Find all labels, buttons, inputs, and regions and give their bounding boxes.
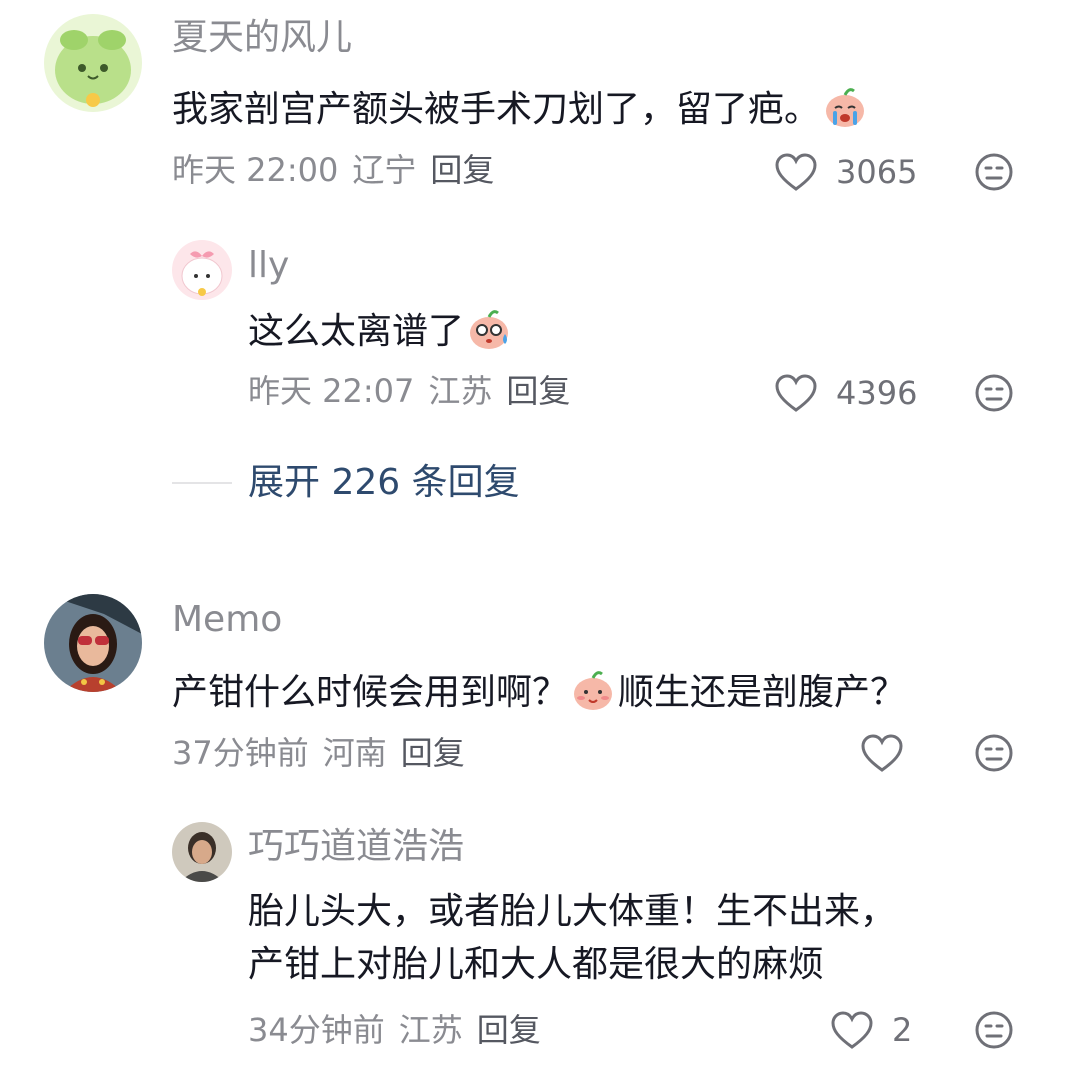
comment-meta: 34分钟前 江苏 回复 xyxy=(248,1014,541,1046)
comment-text: 我家剖宫产额头被手术刀划了，留了疤。 xyxy=(172,84,870,131)
divider xyxy=(172,482,232,484)
username[interactable]: 夏天的风儿 xyxy=(172,20,352,56)
comment-location: 江苏 xyxy=(398,1011,463,1049)
comment-time: 昨天 22:07 xyxy=(248,372,415,410)
comment-text-body: 产钳什么时候会用到啊？ xyxy=(172,672,569,713)
reply-button[interactable]: 回复 xyxy=(477,1014,541,1046)
comment-text-body: 我家剖宫产额头被手术刀划了，留了疤。 xyxy=(172,89,821,130)
dislike-icon[interactable] xyxy=(974,733,1014,773)
avatar[interactable] xyxy=(44,14,142,112)
comment-text-tail: 顺生还是剖腹产？ xyxy=(618,672,907,713)
avatar[interactable] xyxy=(172,240,232,300)
expand-replies-label: 展开 226 条回复 xyxy=(248,462,520,503)
shocked-face-emoji xyxy=(470,310,509,349)
heart-icon xyxy=(831,1011,873,1049)
heart-icon xyxy=(861,734,903,772)
reply-button[interactable]: 回复 xyxy=(430,154,494,186)
avatar[interactable] xyxy=(172,822,232,882)
comment-text-line: 胎儿头大，或者胎儿大体重！生不出来， xyxy=(248,891,897,932)
avatar[interactable] xyxy=(44,594,142,692)
dislike-icon[interactable] xyxy=(974,1010,1014,1050)
username[interactable]: 巧巧道道浩浩 xyxy=(248,829,464,865)
username[interactable]: lly xyxy=(248,248,289,284)
comment-meta: 昨天 22:07 江苏 回复 xyxy=(248,375,570,407)
expand-replies-button[interactable]: 展开 226 条回复 xyxy=(172,465,520,501)
crying-face-emoji xyxy=(826,88,865,127)
heart-icon xyxy=(775,153,817,191)
comment-time: 34分钟前 xyxy=(248,1011,385,1049)
reply-button[interactable]: 回复 xyxy=(506,375,570,407)
dislike-icon[interactable] xyxy=(974,152,1014,192)
comment-text-body: 这么太离谱了 xyxy=(248,311,465,352)
comment-text: 产钳什么时候会用到啊？ 顺生还是剖腹产？ xyxy=(172,667,906,714)
like-button[interactable] xyxy=(860,733,904,773)
like-button[interactable]: 3065 xyxy=(774,152,917,192)
comment-time: 昨天 22:00 xyxy=(172,151,339,189)
like-button[interactable]: 2 xyxy=(830,1010,912,1050)
heart-icon xyxy=(775,374,817,412)
comment-time: 37分钟前 xyxy=(172,734,309,772)
shy-face-emoji xyxy=(574,671,613,710)
username[interactable]: Memo xyxy=(172,602,282,638)
comment-text: 这么太离谱了 xyxy=(248,306,514,353)
like-button[interactable]: 4396 xyxy=(774,373,917,413)
like-count: 4396 xyxy=(836,374,918,412)
comment-text: 胎儿头大，或者胎儿大体重！生不出来， 产钳上对胎儿和大人都是很大的麻烦 xyxy=(248,890,896,986)
like-count: 2 xyxy=(892,1011,913,1049)
comment-location: 江苏 xyxy=(428,372,493,410)
comment-location: 辽宁 xyxy=(352,151,417,189)
comment-meta: 37分钟前 河南 回复 xyxy=(172,737,465,769)
comment-meta: 昨天 22:00 辽宁 回复 xyxy=(172,154,494,186)
like-count: 3065 xyxy=(836,153,918,191)
dislike-icon[interactable] xyxy=(974,373,1014,413)
comment-text-line: 产钳上对胎儿和大人都是很大的麻烦 xyxy=(248,944,825,986)
comment-location: 河南 xyxy=(322,734,387,772)
reply-button[interactable]: 回复 xyxy=(401,737,465,769)
